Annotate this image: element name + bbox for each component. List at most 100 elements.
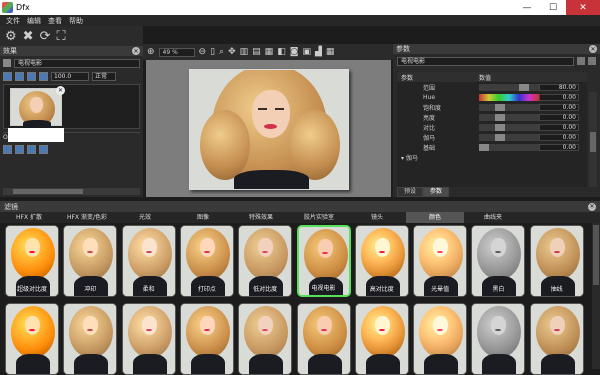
filter-preset-thumbnail[interactable]: 高对比度 [354, 225, 409, 297]
filter-preset-label: 柔和 [142, 286, 155, 293]
tab-hfx-diffusion[interactable]: HFX 扩散 [0, 212, 58, 223]
tab-film-lab[interactable]: 胶片实验室 [290, 212, 348, 223]
mask-icon[interactable] [15, 71, 24, 81]
param-value[interactable]: 0.00 [539, 133, 579, 141]
param-slider[interactable] [479, 113, 539, 121]
filter-preset-thumbnail[interactable] [296, 303, 351, 375]
blend-mode-select[interactable]: 正常 [92, 71, 116, 81]
brush-icon[interactable] [3, 71, 12, 81]
param-value[interactable]: 0.00 [539, 123, 579, 131]
param-value[interactable]: 0.00 [539, 93, 579, 101]
param-slider[interactable] [479, 143, 539, 151]
search-icon[interactable]: ⌕ [219, 47, 224, 57]
opacity-input[interactable]: 100.0 [51, 71, 89, 81]
filter-preset-thumbnail[interactable]: 超级对比度 [5, 225, 59, 297]
close-button[interactable]: ✕ [566, 0, 600, 15]
remove-effect-icon[interactable]: ✕ [56, 86, 65, 95]
filter-preset-thumbnail[interactable] [471, 303, 526, 375]
param-slider[interactable] [479, 103, 539, 111]
frame-icon[interactable]: ▣ [302, 47, 311, 57]
save-icon[interactable] [577, 57, 585, 65]
histogram-icon[interactable]: ▟ [315, 47, 322, 57]
image-canvas[interactable] [146, 60, 391, 197]
tab-special-effects[interactable]: 特殊效果 [232, 212, 290, 223]
zoom-field[interactable]: 49 % [158, 47, 195, 57]
fit-view-icon[interactable]: ▯ [210, 47, 215, 57]
filter-preset-thumbnail[interactable]: 打印点 [179, 225, 234, 297]
tab-params[interactable]: 参数 [423, 187, 450, 197]
close-icon[interactable]: ✕ [132, 47, 140, 55]
tab-curves[interactable]: 曲线夹 [464, 212, 522, 223]
menu-file[interactable]: 文件 [6, 16, 20, 26]
filter-preset-thumbnail[interactable] [238, 303, 293, 375]
copy-icon[interactable] [39, 144, 48, 154]
minimize-button[interactable]: — [514, 0, 540, 15]
horizontal-scrollbar[interactable] [3, 188, 140, 195]
close-icon[interactable]: ✕ [589, 45, 597, 53]
filter-preset-thumbnail[interactable]: 低对比度 [238, 225, 293, 297]
effect-layer[interactable]: ✕ [3, 84, 140, 129]
split-icon[interactable]: ▦ [265, 47, 274, 57]
filter-preset-thumbnail[interactable]: 柔和 [121, 225, 176, 297]
tab-lens[interactable]: 镜头 [348, 212, 406, 223]
filter-category-tabs: HFX 扩散 HFX 渐变/色彩 光效 图像 特殊效果 胶片实验室 镜头 颜色 … [0, 212, 600, 223]
filter-preset-thumbnail[interactable] [121, 303, 176, 375]
refresh-icon[interactable]: ⟳ [40, 30, 51, 43]
filters-panel-title: 滤镜 [4, 202, 18, 211]
tab-color[interactable]: 颜色 [406, 212, 464, 223]
effect-preset-row: 电视电影 [3, 58, 140, 68]
pan-icon[interactable]: ✥ [228, 47, 236, 57]
filter-preset-thumbnail[interactable] [63, 303, 118, 375]
menu-help[interactable]: 帮助 [69, 16, 83, 26]
compare-icon[interactable]: ◧ [277, 47, 286, 57]
zoom-out-icon[interactable]: ⊖ [199, 47, 207, 57]
brush-icon[interactable] [3, 144, 12, 154]
tab-light[interactable]: 光效 [116, 212, 174, 223]
filter-preset-thumbnail[interactable]: 电视电影 [296, 225, 351, 297]
param-value[interactable]: 80.00 [539, 83, 579, 91]
tab-hfx-gradient[interactable]: HFX 渐变/色彩 [58, 212, 116, 223]
param-value[interactable]: 0.00 [539, 113, 579, 121]
split-vertical-icon[interactable]: ▥ [240, 47, 249, 57]
filter-preset-thumbnail[interactable]: 黑白 [471, 225, 526, 297]
copy-icon[interactable] [39, 71, 48, 81]
filter-preset-thumbnail[interactable]: 冲印 [63, 225, 118, 297]
param-slider[interactable] [479, 83, 539, 91]
mask-icon[interactable] [15, 144, 24, 154]
zoom-in-icon[interactable]: ⊕ [147, 47, 155, 57]
hue-slider[interactable] [479, 93, 539, 101]
grid-icon[interactable]: ▦ [326, 47, 335, 57]
fit-icon[interactable]: ⛶ [56, 30, 65, 43]
menu-edit[interactable]: 编辑 [27, 16, 41, 26]
maximize-button[interactable]: ☐ [540, 0, 566, 15]
camera-icon[interactable]: ◙ [290, 47, 299, 57]
filter-preset-thumbnail[interactable] [413, 303, 468, 375]
param-value[interactable]: 0.00 [539, 143, 579, 151]
param-slider[interactable] [479, 123, 539, 131]
vertical-scrollbar[interactable] [589, 92, 597, 187]
close-icon[interactable]: ✕ [588, 202, 596, 211]
filter-preset-thumbnail[interactable]: 光晕值 [413, 225, 468, 297]
param-group[interactable]: ▾ 伽马 [397, 152, 587, 162]
tab-image[interactable]: 图像 [174, 212, 232, 223]
delete-icon[interactable]: ✖ [23, 30, 34, 43]
lightning-icon[interactable] [27, 71, 36, 81]
param-value[interactable]: 0.00 [539, 103, 579, 111]
tab-presets[interactable]: 预设 [397, 187, 424, 197]
gear-icon[interactable]: ⚙ [5, 30, 17, 43]
filter-scrollbar[interactable] [592, 223, 600, 369]
lightning-icon[interactable] [27, 144, 36, 154]
filter-preset-thumbnail[interactable] [179, 303, 234, 375]
filter-preset-thumbnail[interactable] [354, 303, 409, 375]
filter-preset-thumbnail[interactable] [529, 303, 584, 375]
filter-preset-thumbnail[interactable]: 抽线 [529, 225, 584, 297]
column-param: 参数 [401, 74, 414, 82]
effect-preset-field[interactable]: 电视电影 [14, 58, 140, 68]
menu-icon[interactable] [588, 57, 596, 65]
split-horizontal-icon[interactable]: ▤ [252, 47, 261, 57]
param-slider[interactable] [479, 133, 539, 141]
menu-view[interactable]: 查看 [48, 16, 62, 26]
params-preset-field[interactable]: 电视电影 [397, 56, 574, 66]
filter-preset-thumbnail[interactable] [5, 303, 59, 375]
filter-preset-label: 高对比度 [369, 286, 394, 293]
